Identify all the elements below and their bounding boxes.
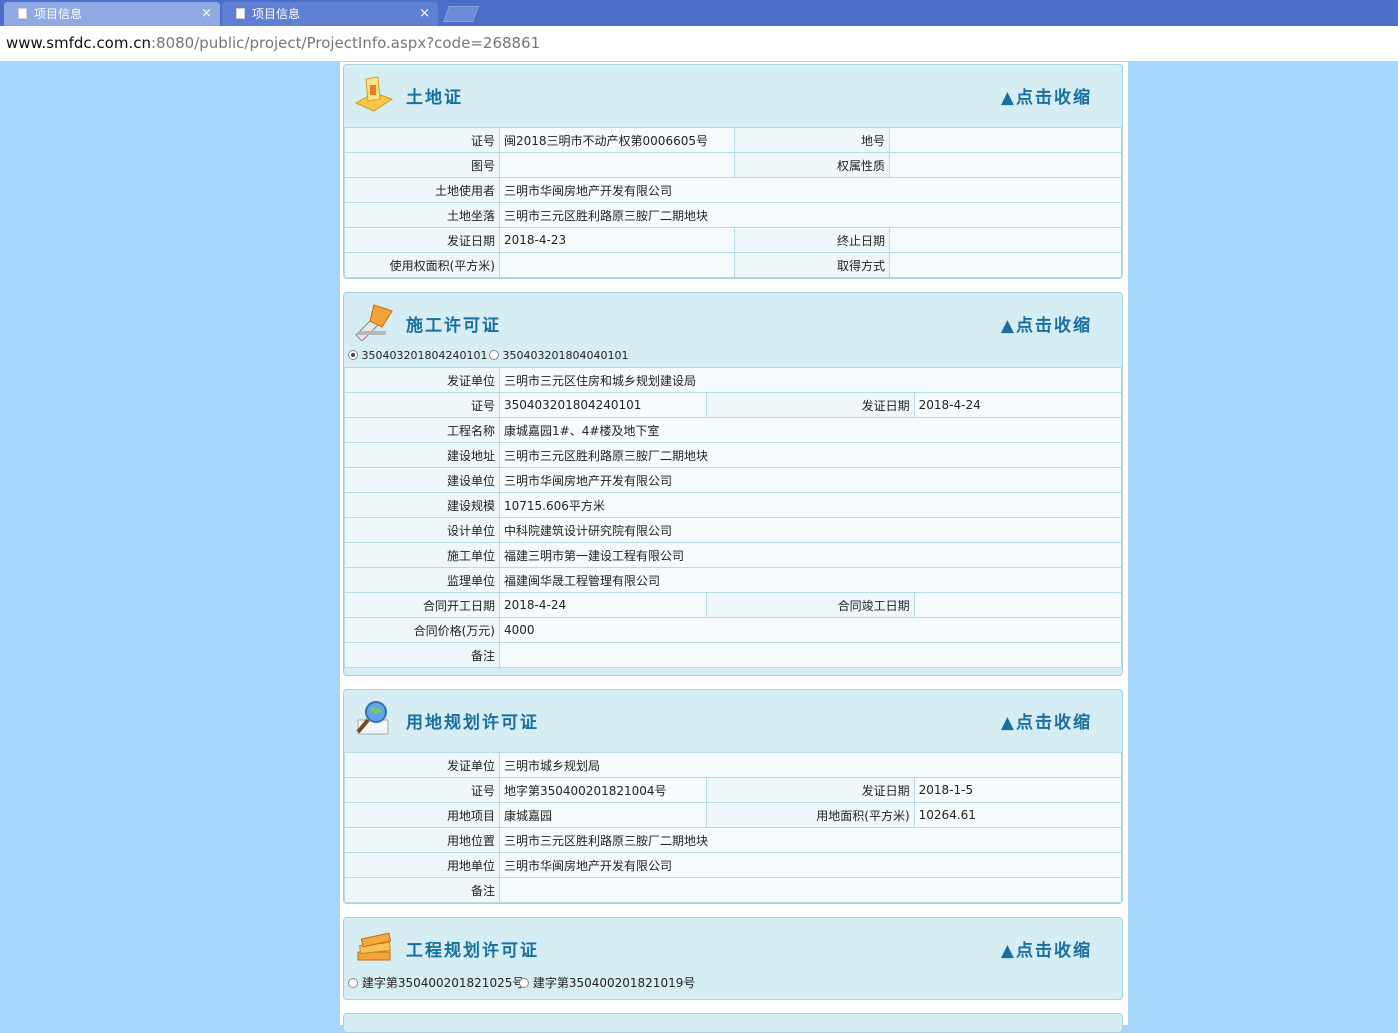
panel-header: 土地证 ▲点击收缩	[344, 65, 1122, 127]
engineering-planning-panel: 工程规划许可证 ▲点击收缩 建字第350400201821025号 建字第350…	[343, 917, 1123, 1000]
close-icon[interactable]: ×	[201, 2, 212, 26]
map-no-label: 图号	[344, 152, 500, 178]
permit-radio-group: 建字第350400201821025号 建字第350400201821019号	[344, 970, 1122, 992]
collapse-toggle[interactable]: ▲点击收缩	[1001, 83, 1092, 108]
table-row: 证号 350403201804240101 发证日期 2018-4-24	[344, 392, 1123, 418]
table-row: 用地单位 三明市华闽房地产开发有限公司	[344, 852, 1122, 878]
lot-no-label: 地号	[734, 127, 890, 153]
table-row: 施工单位 福建三明市第一建设工程有限公司	[344, 542, 1122, 568]
lot-no-value	[889, 127, 1122, 153]
browser-tab-bar: 项目信息 × 项目信息 ×	[0, 0, 1398, 26]
url-text[interactable]: www.smfdc.com.cn:8080/public/project/Pro…	[6, 34, 540, 52]
table-row: 证号 闽2018三明市不动产权第0006605号 地号	[344, 127, 1122, 153]
books-icon	[357, 932, 392, 961]
permit-radio-group: 350403201804240101 350403201804040101	[344, 345, 1122, 367]
permit-radio-option[interactable]: 建字第350400201821019号	[519, 974, 695, 991]
tab-project-info-2[interactable]: 项目信息 ×	[222, 2, 438, 26]
table-row: 建设单位 三明市华闽房地产开发有限公司	[344, 467, 1122, 493]
table-row: 证号 地字第350400201821004号 发证日期 2018-1-5	[344, 777, 1123, 803]
collapse-toggle[interactable]: ▲点击收缩	[1001, 708, 1092, 733]
panel-title: 工程规划许可证	[406, 941, 539, 961]
new-tab-button[interactable]	[443, 6, 479, 22]
panel-title: 土地证	[406, 88, 463, 108]
document-icon	[236, 8, 245, 19]
table-row: 图号 权属性质	[344, 152, 1122, 178]
table-row: 合同价格(万元) 4000	[344, 617, 1122, 643]
address-bar[interactable]: www.smfdc.com.cn:8080/public/project/Pro…	[0, 26, 1398, 62]
construction-icon	[355, 304, 393, 341]
table-row: 用地项目 康城嘉园 用地面积(平方米) 10264.61	[344, 802, 1123, 828]
cert-no-label: 证号	[344, 127, 500, 153]
table-row: 建设地址 三明市三元区胜利路原三胺厂二期地块	[344, 442, 1122, 468]
panel-title: 施工许可证	[406, 316, 501, 336]
end-date-label: 终止日期	[734, 227, 890, 253]
table-row: 发证日期 2018-4-23 终止日期	[344, 227, 1122, 253]
table-row: 建设规模 10715.606平方米	[344, 492, 1122, 518]
table-row: 工程名称 康城嘉园1#、4#楼及地下室	[344, 417, 1122, 443]
ownership-value	[889, 152, 1122, 178]
area-value	[499, 252, 735, 278]
table-row: 土地使用者 三明市华闽房地产开发有限公司	[344, 177, 1122, 203]
construction-permit-panel: 施工许可证 ▲点击收缩 350403201804240101 350403201…	[343, 292, 1123, 676]
issue-date-value: 2018-4-23	[499, 227, 735, 253]
ownership-label: 权属性质	[734, 152, 890, 178]
tab-label: 项目信息	[252, 7, 301, 21]
land-user-value: 三明市华闽房地产开发有限公司	[499, 177, 1122, 203]
table-row: 用地位置 三明市三元区胜利路原三胺厂二期地块	[344, 827, 1122, 853]
collapse-toggle[interactable]: ▲点击收缩	[1001, 311, 1092, 336]
page-content: 土地证 ▲点击收缩 证号 闽2018三明市不动产权第0006605号 地号 图号…	[340, 62, 1128, 1033]
table-row: 备注	[344, 642, 1122, 668]
permit-radio-option[interactable]: 建字第350400201821025号	[348, 974, 524, 991]
construction-permit-table: 发证单位 三明市三元区住房和城乡规划建设局 证号 350403201804240…	[344, 367, 1123, 668]
land-cert-panel: 土地证 ▲点击收缩 证号 闽2018三明市不动产权第0006605号 地号 图号…	[343, 64, 1123, 279]
acquire-value	[889, 252, 1122, 278]
table-row: 合同开工日期 2018-4-24 合同竣工日期	[344, 592, 1123, 618]
cert-no-value: 闽2018三明市不动产权第0006605号	[499, 127, 735, 153]
collapse-toggle[interactable]: ▲点击收缩	[1001, 936, 1092, 961]
close-icon[interactable]: ×	[419, 2, 430, 26]
land-cert-icon	[354, 76, 394, 112]
issue-date-label: 发证日期	[344, 227, 500, 253]
table-row: 监理单位 福建闽华晟工程管理有限公司	[344, 567, 1122, 593]
table-row: 发证单位 三明市城乡规划局	[344, 752, 1122, 778]
magnifier-globe-icon	[356, 701, 389, 735]
acquire-label: 取得方式	[734, 252, 890, 278]
table-row: 使用权面积(平方米) 取得方式	[344, 252, 1122, 278]
table-row: 设计单位 中科院建筑设计研究院有限公司	[344, 517, 1122, 543]
radio-icon[interactable]	[519, 978, 529, 988]
land-user-label: 土地使用者	[344, 177, 500, 203]
radio-icon[interactable]	[348, 978, 358, 988]
panel-header: 施工许可证 ▲点击收缩	[344, 293, 1122, 345]
tab-project-info-1[interactable]: 项目信息 ×	[4, 2, 220, 26]
tab-label: 项目信息	[34, 7, 83, 21]
table-row: 土地坐落 三明市三元区胜利路原三胺厂二期地块	[344, 202, 1122, 228]
land-planning-panel: 用地规划许可证 ▲点击收缩 发证单位 三明市城乡规划局 证号 地字第350400…	[343, 689, 1123, 904]
end-date-value	[889, 227, 1122, 253]
panel-header: 用地规划许可证 ▲点击收缩	[344, 690, 1122, 752]
area-label: 使用权面积(平方米)	[344, 252, 500, 278]
land-location-label: 土地坐落	[344, 202, 500, 228]
land-location-value: 三明市三元区胜利路原三胺厂二期地块	[499, 202, 1122, 228]
table-row: 发证单位 三明市三元区住房和城乡规划建设局	[344, 367, 1122, 393]
land-planning-table: 发证单位 三明市城乡规划局 证号 地字第350400201821004号 发证日…	[344, 752, 1123, 903]
panel-title: 用地规划许可证	[406, 713, 539, 733]
radio-icon[interactable]	[489, 350, 499, 360]
land-cert-table: 证号 闽2018三明市不动产权第0006605号 地号 图号 权属性质 土地使用…	[344, 127, 1122, 278]
permit-radio-option[interactable]: 350403201804040101	[489, 349, 628, 362]
permit-radio-option[interactable]: 350403201804240101	[348, 349, 487, 362]
next-panel-partial	[343, 1013, 1123, 1033]
radio-selected-icon[interactable]	[348, 350, 358, 360]
table-row: 备注	[344, 877, 1122, 903]
document-icon	[18, 8, 27, 19]
map-no-value	[499, 152, 735, 178]
panel-header: 工程规划许可证 ▲点击收缩	[344, 918, 1122, 970]
